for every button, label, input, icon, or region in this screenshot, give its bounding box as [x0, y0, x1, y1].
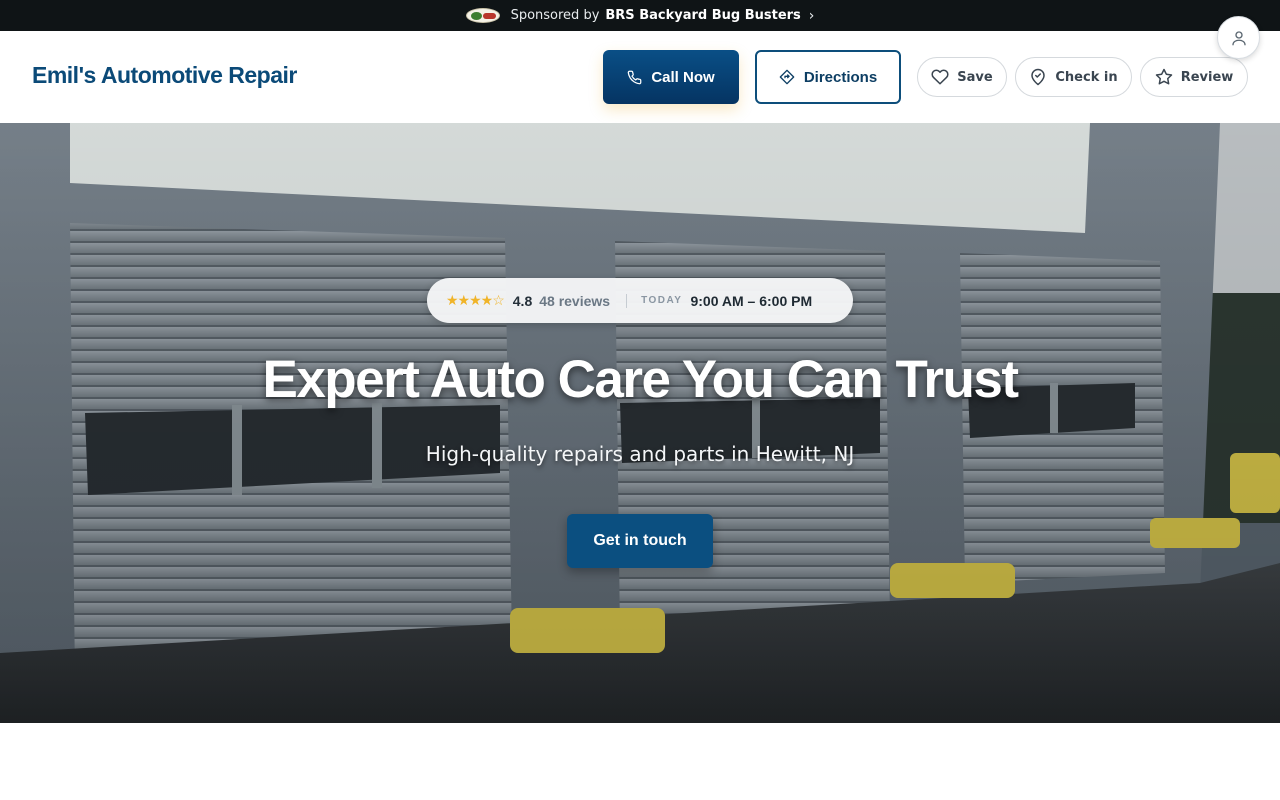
pill-divider: [626, 293, 628, 308]
heart-icon: [931, 68, 949, 86]
rating-stars-icon: ★★★★☆: [446, 292, 505, 308]
call-now-button[interactable]: Call Now: [603, 50, 739, 104]
brand-title[interactable]: Emil's Automotive Repair: [32, 62, 297, 89]
check-in-label: Check in: [1055, 69, 1118, 85]
review-button[interactable]: Review: [1140, 57, 1248, 97]
hours-value: 9:00 AM – 6:00 PM: [690, 292, 813, 309]
rating-hours-pill: ★★★★☆ 4.8 48 reviews TODAY 9:00 AM – 6:0…: [427, 278, 853, 323]
check-in-button[interactable]: Check in: [1015, 57, 1132, 97]
phone-icon: [627, 70, 642, 85]
directions-label: Directions: [803, 68, 878, 86]
profile-button[interactable]: [1217, 16, 1260, 59]
review-label: Review: [1180, 69, 1234, 85]
hero-overlay: [0, 123, 1280, 723]
save-label: Save: [957, 69, 993, 85]
hero-subtitle: High-quality repairs and parts in Hewitt…: [425, 442, 855, 466]
user-icon: [1230, 29, 1248, 47]
sponsor-prefix: Sponsored by: [510, 8, 600, 23]
hero-section: ★★★★☆ 4.8 48 reviews TODAY 9:00 AM – 6:0…: [0, 123, 1280, 723]
call-now-label: Call Now: [651, 68, 715, 86]
directions-button[interactable]: Directions: [755, 50, 901, 104]
review-count-link[interactable]: 48 reviews: [539, 293, 610, 309]
site-header: Emil's Automotive Repair Call Now Direct…: [0, 31, 1280, 123]
save-button[interactable]: Save: [917, 57, 1007, 97]
map-pin-icon: [1029, 68, 1047, 86]
sponsor-name[interactable]: BRS Backyard Bug Busters: [605, 8, 800, 23]
sponsor-bar[interactable]: Sponsored by BRS Backyard Bug Busters ›: [0, 0, 1280, 31]
chevron-right-icon: ›: [808, 7, 815, 24]
rating-value: 4.8: [512, 292, 533, 309]
today-label: TODAY: [641, 295, 683, 306]
sponsor-logo-icon: [465, 8, 500, 23]
directions-icon: [779, 69, 795, 85]
star-icon: [1155, 68, 1173, 86]
get-in-touch-button[interactable]: Get in touch: [567, 514, 713, 568]
hero-title: Expert Auto Care You Can Trust: [262, 350, 1019, 409]
